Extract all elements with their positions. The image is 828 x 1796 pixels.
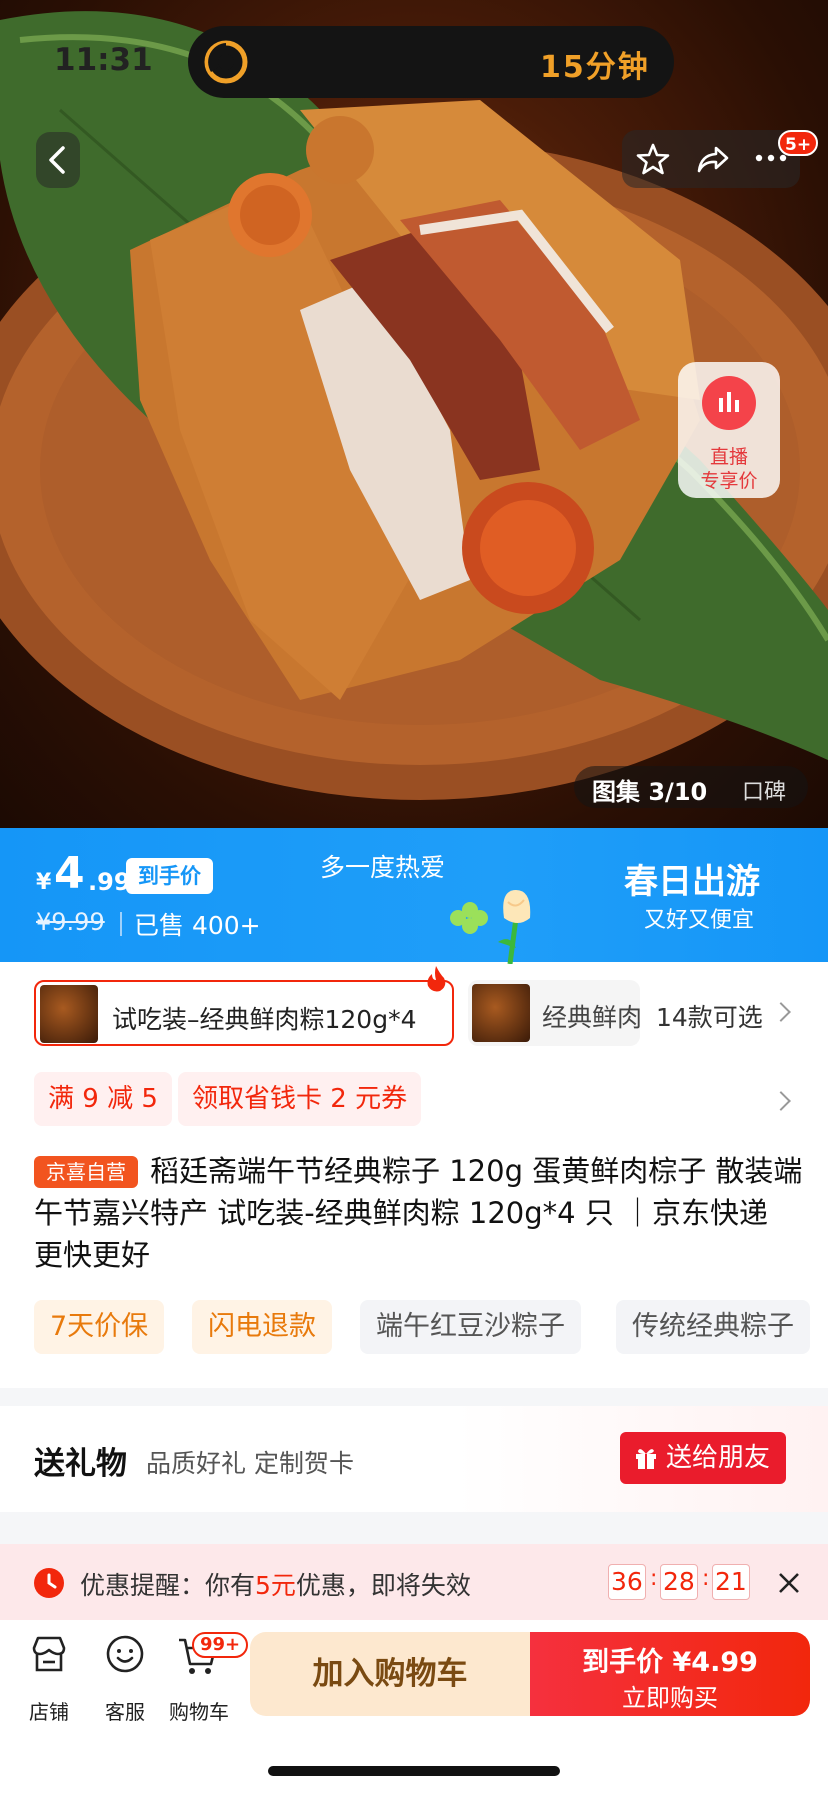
live-label: 直播: [709, 446, 748, 468]
chevron-right-icon[interactable]: [771, 1091, 791, 1111]
gallery-counter[interactable]: 图集 3/10: [592, 772, 707, 807]
flower-decoration: [450, 890, 531, 964]
star-icon[interactable]: [636, 142, 670, 176]
section-divider: [0, 1388, 828, 1406]
promo-subtitle: 又好又便宜: [644, 908, 755, 933]
message-badge: 5+: [778, 130, 819, 156]
buy-price-label: 到手价 ¥4.99: [582, 1647, 758, 1678]
status-time: 11:31: [54, 42, 153, 78]
coupon-discount[interactable]: 满 9 减 5: [34, 1072, 172, 1126]
smile-icon: [106, 1635, 144, 1673]
price-integer: 4: [54, 848, 85, 899]
separator: [120, 912, 122, 936]
coupon-savings-card[interactable]: 领取省钱卡 2 元券: [178, 1072, 422, 1126]
chevron-left-icon: [49, 146, 65, 174]
timer-text: 15分钟: [540, 50, 650, 85]
sold-count: 已售 400+: [134, 911, 261, 940]
live-sub-label: 专享价: [700, 470, 758, 492]
countdown-hours: 36: [608, 1564, 646, 1600]
countdown-seconds: 21: [712, 1564, 750, 1600]
promo-title: 春日出游: [624, 862, 760, 902]
section-divider: [0, 1512, 828, 1544]
countdown-colon: :: [702, 1566, 710, 1591]
gallery-switcher[interactable]: 图集 3/10 口碑: [574, 766, 808, 808]
variant-label: 经典鲜肉: [542, 1003, 640, 1032]
currency-symbol: ¥: [36, 870, 52, 895]
hot-icon: [427, 966, 446, 992]
close-icon[interactable]: [778, 1572, 800, 1594]
product-title: 稻廷斋端午节经典粽子 120g 蛋黄鲜肉棕子 散装端午节嘉兴特产 试吃装-经典鲜…: [34, 1154, 803, 1272]
countdown-minutes: 28: [660, 1564, 698, 1600]
gift-section: 送礼物 品质好礼 定制贺卡 送给朋友: [0, 1406, 828, 1512]
send-gift-button[interactable]: 送给朋友: [620, 1432, 786, 1484]
variant-count[interactable]: 14款可选: [656, 998, 763, 1034]
back-button[interactable]: [36, 132, 80, 188]
price-decimal: .99: [88, 868, 131, 896]
related-tag[interactable]: 端午红豆沙粽子: [360, 1300, 581, 1354]
top-actions: [622, 130, 800, 188]
cart-count-badge: 99+: [192, 1632, 249, 1658]
home-indicator[interactable]: [268, 1766, 560, 1776]
add-to-cart-button[interactable]: 加入购物车: [250, 1632, 530, 1716]
final-price-tag: 到手价: [126, 858, 213, 894]
service-tag[interactable]: 7天价保: [34, 1300, 165, 1354]
timer-icon: [204, 40, 248, 84]
variant-option[interactable]: 经典鲜肉: [468, 980, 640, 1046]
countdown-colon: :: [650, 1566, 658, 1591]
service-label: 客服: [105, 1700, 145, 1724]
original-price: ¥9.99: [36, 908, 105, 936]
discount-reminder: 优惠提醒：你有5元优惠，即将失效 36 : 28 : 21: [0, 1544, 828, 1620]
reviews-tab[interactable]: 口碑: [742, 774, 786, 806]
live-price-widget[interactable]: 直播 专享价: [678, 362, 780, 498]
clock-icon: [34, 1568, 64, 1598]
related-tag[interactable]: 传统经典粽子: [616, 1300, 810, 1354]
store-label: 店铺: [29, 1700, 69, 1724]
buy-now-label: 立即购买: [622, 1684, 718, 1712]
gift-title: 送礼物: [34, 1446, 127, 1482]
variant-label: 试吃装–经典鲜肉粽120g*4: [112, 1005, 417, 1034]
variant-thumbnail: [472, 984, 530, 1042]
store-icon: [32, 1636, 66, 1672]
gift-icon: [636, 1449, 656, 1469]
slogan: 多一度热爱: [320, 853, 446, 882]
service-tag[interactable]: 闪电退款: [192, 1300, 332, 1354]
variant-thumbnail: [40, 985, 98, 1043]
buy-now-button[interactable]: 到手价 ¥4.99 立即购买: [530, 1632, 810, 1716]
send-gift-label: 送给朋友: [666, 1443, 771, 1473]
gift-subtitle: 品质好礼 定制贺卡: [146, 1449, 354, 1478]
cart-label: 购物车: [169, 1700, 229, 1724]
live-icon: [702, 376, 756, 430]
price-banner: ¥ 4 .99 到手价 ¥9.99 已售 400+ 多一度热爱 春日出游 又好又…: [0, 828, 828, 964]
chevron-right-icon: [771, 1002, 791, 1022]
variant-selected[interactable]: 试吃装–经典鲜肉粽120g*4: [34, 980, 454, 1046]
reminder-text: 优惠提醒：你有5元优惠，即将失效: [80, 1571, 471, 1600]
share-icon[interactable]: [696, 142, 730, 176]
